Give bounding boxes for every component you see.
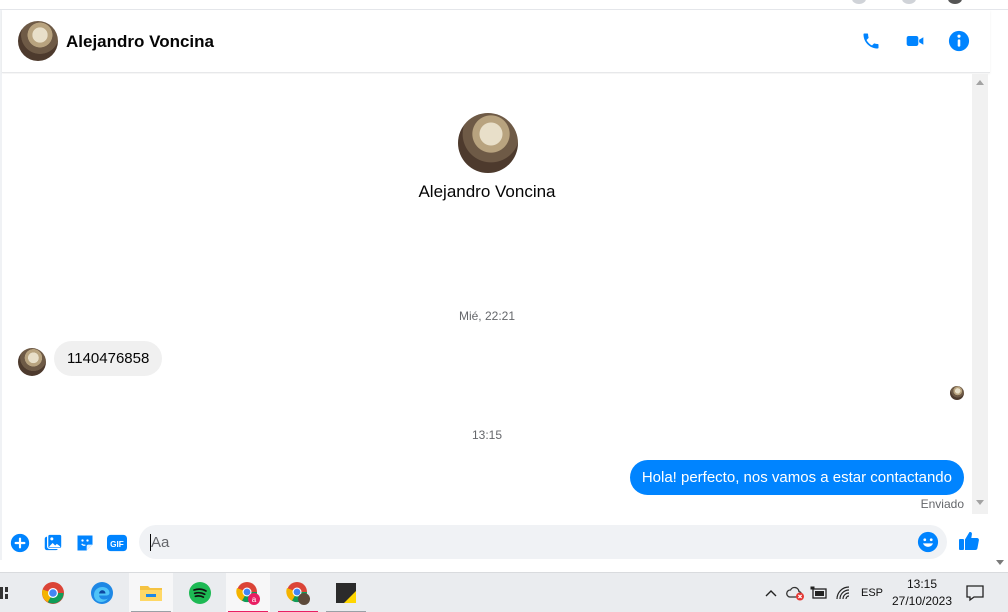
clock-date: 27/10/2023 [891, 594, 953, 608]
send-like-button[interactable] [957, 529, 983, 555]
conversation-info-button[interactable] [947, 29, 971, 53]
wifi-icon [836, 586, 850, 600]
emoji-icon [917, 531, 939, 553]
thumbs-up-icon [959, 531, 979, 550]
file-explorer-icon [140, 586, 162, 601]
gif-button[interactable]: GIF [106, 532, 128, 554]
task-view-icon[interactable] [0, 585, 10, 601]
attach-image-button[interactable] [42, 532, 64, 554]
clock-time: 13:15 [906, 577, 938, 591]
more-actions-button[interactable] [9, 532, 31, 554]
svg-text:GIF: GIF [110, 540, 124, 549]
taskbar-clock[interactable]: 13:15 27/10/2023 [886, 576, 958, 610]
chrome-icon [42, 582, 64, 604]
show-hidden-icons[interactable] [764, 585, 778, 601]
contact-name[interactable]: Alejandro Voncina [66, 32, 214, 52]
battery-tray[interactable] [810, 585, 828, 601]
scroll-down-icon[interactable] [996, 560, 1004, 565]
video-camera-icon [906, 36, 924, 46]
profile-name: Alejandro Voncina [418, 182, 556, 201]
page-scrollbar[interactable] [992, 10, 1008, 572]
svg-text:a: a [252, 595, 257, 604]
video-call-button[interactable] [903, 29, 927, 53]
notification-icon [966, 585, 984, 602]
incoming-message[interactable]: 1140476858 [54, 341, 163, 376]
outgoing-message[interactable]: Hola! perfecto, nos vamos a estar contac… [629, 460, 964, 495]
chevron-up-icon [765, 590, 777, 597]
message-timestamp: 13:15 [471, 428, 503, 442]
taskbar-chrome-profile[interactable]: a [226, 573, 270, 612]
onedrive-tray[interactable] [786, 585, 806, 601]
chrome-profile-2-icon [286, 582, 310, 605]
chrome-profile-icon: a [236, 582, 260, 605]
taskbar-edge[interactable] [80, 573, 124, 612]
taskbar-chrome-profile-2[interactable] [276, 573, 320, 612]
taskbar-sticky-notes[interactable] [324, 573, 368, 612]
emoji-button[interactable] [917, 531, 939, 553]
gif-icon: GIF [107, 534, 127, 552]
action-center-button[interactable] [960, 581, 990, 605]
plus-icon [10, 533, 30, 553]
sticker-icon [77, 535, 93, 551]
chat-header: Alejandro Voncina [2, 10, 990, 73]
message-status: Enviado [920, 497, 964, 511]
scroll-up-icon[interactable] [976, 80, 984, 85]
spotify-icon [189, 582, 211, 604]
language-indicator[interactable]: ESP [858, 585, 886, 601]
taskbar-spotify[interactable] [178, 573, 222, 612]
message-list[interactable]: Alejandro Voncina Mié, 22:21 1140476858 … [2, 74, 972, 514]
phone-icon [863, 33, 879, 49]
edge-icon [91, 582, 113, 604]
image-icon [44, 533, 62, 551]
taskbar-file-explorer[interactable] [129, 573, 173, 612]
message-input[interactable] [139, 525, 947, 559]
window-control-icon [948, 0, 962, 4]
window-top-strip [0, 0, 1008, 10]
voice-call-button[interactable] [859, 29, 883, 53]
text-cursor [150, 534, 151, 551]
message-scrollbar[interactable] [972, 74, 988, 514]
taskbar-chrome[interactable] [31, 573, 75, 612]
read-receipt-avatar [950, 386, 964, 400]
wifi-tray[interactable] [836, 585, 852, 601]
scroll-down-icon[interactable] [976, 500, 984, 505]
sender-avatar[interactable] [18, 348, 46, 376]
window-control-icon [852, 0, 866, 4]
message-composer: GIF [2, 516, 990, 570]
cloud-error-icon [786, 586, 804, 601]
windows-taskbar: a ESP 13:15 27/10/2023 [0, 572, 1008, 612]
sticky-notes-icon [336, 583, 356, 603]
window-control-icon [902, 0, 916, 4]
info-icon [948, 30, 970, 52]
sticker-button[interactable] [74, 532, 96, 554]
profile-avatar[interactable] [458, 113, 518, 173]
battery-icon [810, 586, 827, 599]
message-timestamp: Mié, 22:21 [458, 309, 516, 323]
contact-avatar[interactable] [18, 21, 58, 61]
